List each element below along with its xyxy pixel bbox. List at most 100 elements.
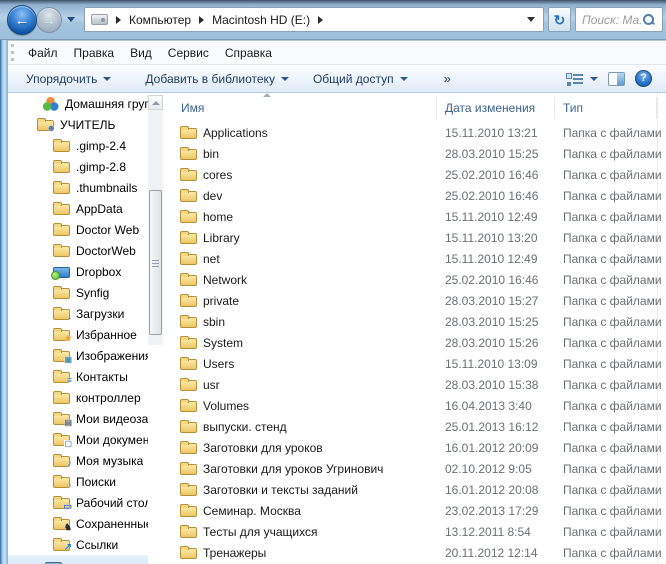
- sidebar-item[interactable]: Избранное: [8, 324, 148, 345]
- sidebar-item[interactable]: Мои документ: [8, 429, 148, 450]
- breadcrumb-item[interactable]: Компьютер: [129, 13, 191, 27]
- sidebar-item[interactable]: контроллер: [8, 387, 148, 408]
- folder-icon: [180, 378, 197, 391]
- file-row[interactable]: Applications 15.11.2010 13:21 Папка с фа…: [163, 122, 666, 143]
- address-bar[interactable]: Компьютер Macintosh HD (E:): [84, 7, 544, 32]
- documents-folder-icon: [53, 433, 72, 448]
- sidebar-item[interactable]: Домашняя груп: [8, 93, 148, 114]
- sidebar-item[interactable]: .thumbnails: [8, 177, 148, 198]
- column-header-type[interactable]: Тип: [555, 97, 657, 119]
- sidebar-item[interactable]: Сохраненные: [8, 513, 148, 534]
- file-row[interactable]: Тесты для учащихся 13.12.2011 8:54 Папка…: [163, 521, 666, 542]
- content-area: Домашняя груп УЧИТЕЛЬ .gimp-2.4 .gimp-2.…: [8, 93, 666, 564]
- sidebar-scrollbar[interactable]: [148, 95, 163, 345]
- menu-item[interactable]: Вид: [122, 43, 160, 63]
- sidebar-item[interactable]: Загрузки: [8, 303, 148, 324]
- file-row[interactable]: private 28.03.2010 15:27 Папка с файлами: [163, 290, 666, 311]
- drive-icon: [91, 14, 108, 25]
- column-header-name[interactable]: Имя: [163, 93, 437, 119]
- file-row[interactable]: Заготовки и тексты заданий 16.01.2012 20…: [163, 479, 666, 500]
- sidebar-item[interactable]: Контакты: [8, 366, 148, 387]
- file-type: Папка с файлами: [563, 503, 662, 518]
- menu-item[interactable]: Правка: [66, 43, 123, 63]
- file-row[interactable]: home 15.11.2010 12:49 Папка с файлами: [163, 206, 666, 227]
- change-view-button[interactable]: [566, 72, 598, 86]
- file-row[interactable]: Семинар. Москва 23.02.2013 17:29 Папка с…: [163, 500, 666, 521]
- search-box[interactable]: [575, 7, 663, 32]
- menu-item[interactable]: Сервис: [160, 43, 217, 63]
- folder-icon: [180, 126, 197, 139]
- plain-folder-icon: [53, 181, 70, 194]
- file-type: Папка с файлами: [563, 482, 662, 497]
- help-button[interactable]: ?: [635, 70, 652, 87]
- file-type: Папка с файлами: [563, 524, 662, 539]
- sidebar-item-label: контроллер: [76, 390, 141, 405]
- refresh-button[interactable]: ↻: [548, 7, 571, 32]
- file-row[interactable]: bin 28.03.2010 15:25 Папка с файлами: [163, 143, 666, 164]
- scroll-up-button[interactable]: [148, 95, 163, 110]
- file-row[interactable]: Users 15.11.2010 13:09 Папка с файлами: [163, 353, 666, 374]
- file-name-cell: Тренажеры: [163, 546, 437, 560]
- sidebar-item[interactable]: [8, 555, 148, 564]
- address-dropdown-icon[interactable]: [527, 17, 535, 22]
- file-name: cores: [203, 167, 233, 182]
- file-row[interactable]: Заготовки для уроков Угринович 02.10.201…: [163, 458, 666, 479]
- file-row[interactable]: Library 15.11.2010 13:20 Папка с файлами: [163, 227, 666, 248]
- forward-button[interactable]: →: [36, 7, 62, 33]
- menu-item[interactable]: Файл: [20, 43, 66, 63]
- file-type: Папка с файлами: [563, 398, 662, 413]
- file-row[interactable]: Network 25.02.2010 16:46 Папка с файлами: [163, 269, 666, 290]
- file-row[interactable]: Volumes 16.04.2013 3:40 Папка с файлами: [163, 395, 666, 416]
- sidebar-item[interactable]: Ссылки: [8, 534, 148, 555]
- file-name: private: [203, 293, 240, 308]
- breadcrumb-item[interactable]: Macintosh HD (E:): [212, 13, 310, 27]
- add-to-library-button[interactable]: Добавить в библиотеку: [145, 72, 289, 86]
- sidebar-item[interactable]: УЧИТЕЛЬ: [8, 114, 148, 135]
- sidebar-item[interactable]: Doctor Web: [8, 219, 148, 240]
- sidebar-item[interactable]: Рабочий стол: [8, 492, 148, 513]
- folder-icon: [180, 357, 197, 370]
- column-header-date[interactable]: Дата изменения: [437, 97, 555, 119]
- file-date: 02.10.2012 9:05: [445, 461, 532, 476]
- file-type: Папка с файлами: [563, 440, 662, 455]
- file-row[interactable]: выпуски. стенд 25.01.2013 16:12 Папка с …: [163, 416, 666, 437]
- sidebar-item[interactable]: .gimp-2.4: [8, 135, 148, 156]
- sidebar-item[interactable]: Synfig: [8, 282, 148, 303]
- toolbar-overflow-button[interactable]: »: [444, 71, 451, 86]
- sidebar-item[interactable]: Изображения: [8, 345, 148, 366]
- share-button[interactable]: Общий доступ: [313, 72, 408, 86]
- recent-pages-chevron-icon[interactable]: [67, 17, 75, 22]
- sidebar-item[interactable]: Мои видеозап: [8, 408, 148, 429]
- file-name-cell: Заготовки и тексты заданий: [163, 483, 437, 497]
- sidebar-item[interactable]: DoctorWeb: [8, 240, 148, 261]
- file-type: Папка с файлами: [563, 167, 662, 182]
- organize-button[interactable]: Упорядочить: [26, 72, 112, 86]
- sidebar-item[interactable]: Моя музыка: [8, 450, 148, 471]
- file-row[interactable]: Заготовки для уроков 16.01.2012 20:09 Па…: [163, 437, 666, 458]
- sidebar-item-label: Домашняя груп: [65, 96, 148, 111]
- back-button[interactable]: ←: [7, 5, 37, 35]
- menu-item[interactable]: Справка: [217, 43, 280, 63]
- file-row[interactable]: sbin 28.03.2010 15:25 Папка с файлами: [163, 311, 666, 332]
- file-row[interactable]: net 15.11.2010 12:49 Папка с файлами: [163, 248, 666, 269]
- add-to-library-label: Добавить в библиотеку: [145, 71, 275, 86]
- file-row[interactable]: dev 25.02.2010 16:46 Папка с файлами: [163, 185, 666, 206]
- command-toolbar: Упорядочить Добавить в библиотеку Общий …: [8, 65, 666, 93]
- file-name: Applications: [203, 125, 268, 140]
- folder-icon: [180, 504, 197, 517]
- file-row[interactable]: System 28.03.2010 15:26 Папка с файлами: [163, 332, 666, 353]
- preview-pane-button[interactable]: [608, 71, 625, 86]
- file-row[interactable]: Тренажеры 20.11.2012 12:14 Папка с файла…: [163, 542, 666, 563]
- file-date: 15.11.2010 13:21: [445, 125, 538, 140]
- sidebar-item[interactable]: Поиски: [8, 471, 148, 492]
- file-name-cell: private: [163, 294, 437, 308]
- sidebar-item[interactable]: .gimp-2.8: [8, 156, 148, 177]
- sidebar-item[interactable]: Dropbox: [8, 261, 148, 282]
- sidebar-item[interactable]: AppData: [8, 198, 148, 219]
- file-row[interactable]: cores 25.02.2010 16:46 Папка с файлами: [163, 164, 666, 185]
- search-input[interactable]: [582, 12, 642, 27]
- scrollbar-thumb[interactable]: [149, 190, 162, 335]
- breadcrumb-separator-icon[interactable]: [318, 15, 324, 24]
- file-type: Папка с файлами: [563, 419, 662, 434]
- file-row[interactable]: usr 28.03.2010 15:38 Папка с файлами: [163, 374, 666, 395]
